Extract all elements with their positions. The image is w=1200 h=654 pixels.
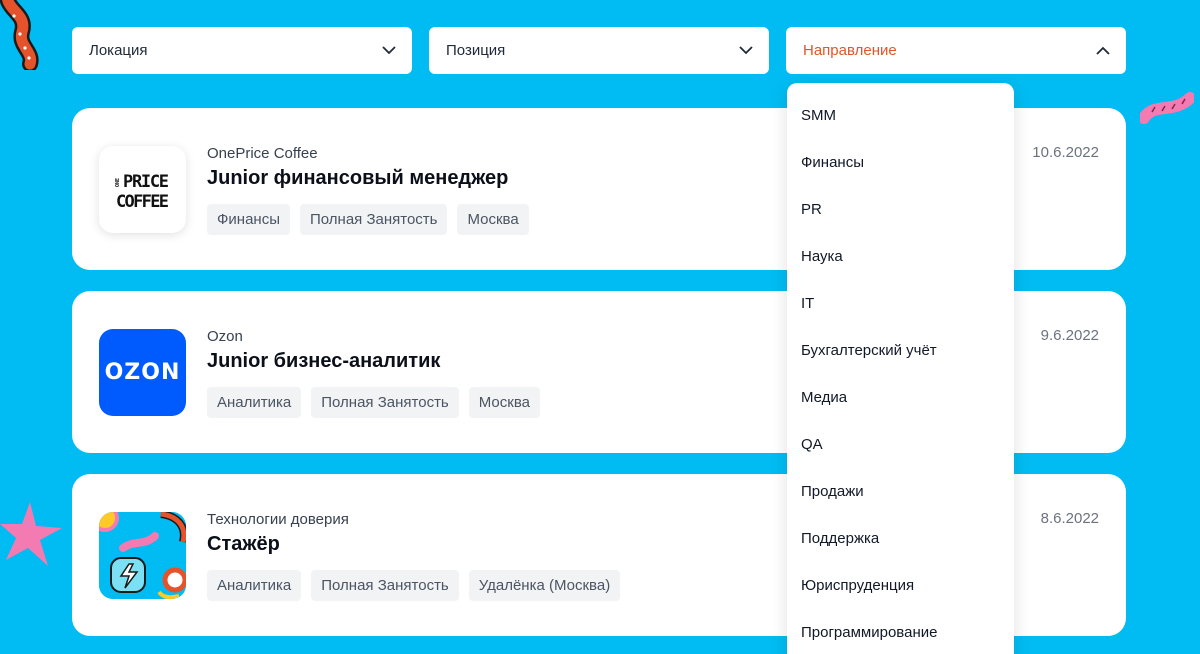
decorative-pink-worm [1140,92,1194,124]
dropdown-item[interactable]: Программирование [801,624,937,641]
job-date: 8.6.2022 [1040,510,1099,527]
dropdown-item[interactable]: QA [801,436,823,453]
dropdown-item[interactable]: PR [801,201,822,218]
decorative-squiggle [0,0,39,70]
company-name: Ozon [207,328,243,345]
dropdown-item[interactable]: Юриспруденция [801,577,914,594]
job-date: 10.6.2022 [1032,144,1099,161]
dropdown-item[interactable]: Продажи [801,483,864,500]
job-title[interactable]: Стажёр [207,533,280,556]
ozon-logo: OZON [99,329,186,416]
dropdown-item[interactable]: Наука [801,248,843,265]
oneprice-coffee-logo: ONE PRICE COFFEE [99,146,186,233]
job-tags: Аналитика Полная Занятость Москва [207,387,540,418]
direction-filter-label: Направление [803,42,897,59]
location-filter-label: Локация [89,42,148,59]
svg-text:COFFEE: COFFEE [116,192,169,212]
dropdown-item[interactable]: IT [801,295,814,312]
dropdown-item[interactable]: Финансы [801,154,864,171]
job-tag: Финансы [207,204,290,235]
job-tags: Аналитика Полная Занятость Удалёнка (Мос… [207,570,621,601]
job-tag: Полная Занятость [311,387,459,418]
job-tag: Москва [468,387,540,418]
chevron-down-icon [739,44,753,58]
direction-filter[interactable]: Направление [786,27,1126,74]
job-tag: Удалёнка (Москва) [468,570,621,601]
job-date: 9.6.2022 [1040,327,1099,344]
job-title[interactable]: Junior финансовый менеджер [207,167,508,190]
company-name: Технологии доверия [207,511,349,528]
position-filter-label: Позиция [446,42,506,59]
job-tag: Полная Занятость [299,204,448,235]
chevron-down-icon [382,44,396,58]
dropdown-item[interactable]: SMM [801,107,836,124]
job-tag: Аналитика [207,570,302,601]
ozon-logo-text: OZON [104,360,181,385]
job-tag: Полная Занятость [311,570,459,601]
job-tag: Москва [457,204,529,235]
job-tags: Финансы Полная Занятость Москва [207,204,529,235]
direction-dropdown-menu: SMM Финансы PR Наука IT Бухгалтерский уч… [787,83,1014,654]
decorative-starfish [0,502,62,566]
position-filter[interactable]: Позиция [429,27,769,74]
technologii-doveriya-logo [99,512,186,599]
svg-text:PRICE: PRICE [123,172,169,192]
job-title[interactable]: Junior бизнес-аналитик [207,350,440,373]
dropdown-item[interactable]: Медиа [801,389,847,406]
dropdown-item[interactable]: Бухгалтерский учёт [801,342,937,359]
job-tag: Аналитика [207,387,302,418]
chevron-up-icon [1096,44,1110,58]
svg-text:ONE: ONE [115,177,121,186]
company-name: OnePrice Coffee [207,145,318,162]
dropdown-item[interactable]: Поддержка [801,530,879,547]
location-filter[interactable]: Локация [72,27,412,74]
